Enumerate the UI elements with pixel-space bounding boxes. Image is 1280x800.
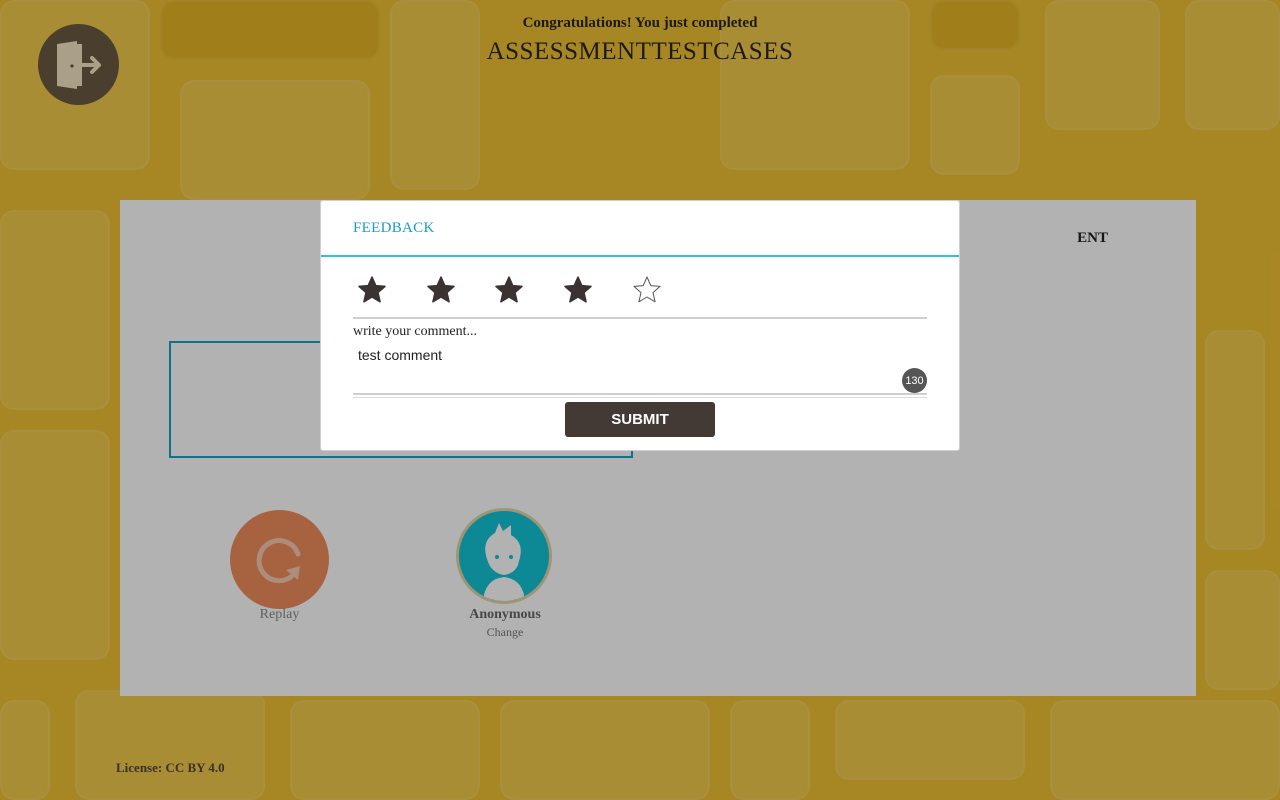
comment-input[interactable]: [353, 343, 927, 393]
star-rating[interactable]: [357, 275, 700, 305]
feedback-title: FEEDBACK: [353, 220, 435, 236]
rating-divider: [353, 317, 927, 319]
license-text: License: CC BY 4.0: [116, 760, 225, 775]
star-filled-icon[interactable]: [426, 275, 456, 305]
comment-underline: [353, 393, 927, 395]
star-filled-icon[interactable]: [494, 275, 524, 305]
star-filled-icon[interactable]: [563, 275, 593, 305]
title-divider: [321, 255, 959, 257]
remaining-characters-badge: 130: [902, 368, 927, 393]
feedback-dialog: FEEDBACK write your comment... 130 SUBMI…: [320, 200, 960, 451]
star-outline-icon[interactable]: [632, 275, 662, 305]
star-filled-icon[interactable]: [357, 275, 387, 305]
comment-underline-secondary: [353, 397, 927, 398]
submit-button[interactable]: SUBMIT: [565, 402, 715, 437]
comment-label: write your comment...: [353, 324, 478, 339]
